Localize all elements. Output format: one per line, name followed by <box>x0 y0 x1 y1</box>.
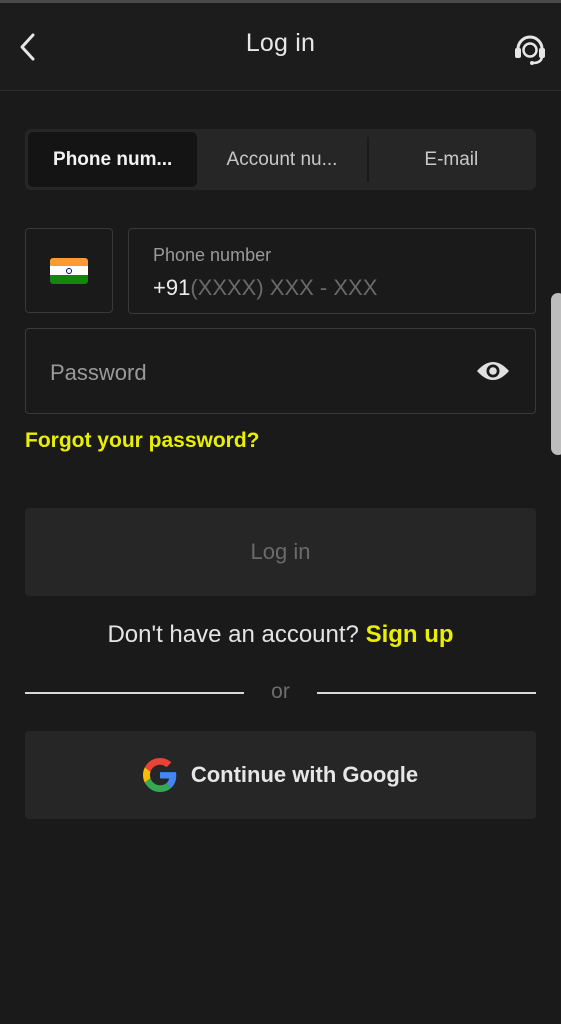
password-placeholder: Password <box>50 360 147 385</box>
divider-line-right <box>317 692 536 694</box>
divider-line-left <box>25 692 244 694</box>
password-field[interactable]: Password <box>25 328 536 414</box>
country-code-selector[interactable] <box>25 228 113 313</box>
google-button-label: Continue with Google <box>190 762 419 787</box>
tab-account-number[interactable]: Account nu... <box>197 129 366 190</box>
divider-or-text: or <box>271 680 290 703</box>
phone-number-placeholder: (XXXX) XXX - XXX <box>190 275 378 300</box>
phone-country-code: +91 <box>153 275 191 300</box>
signup-row: Don't have an account? Sign up <box>0 621 561 649</box>
india-flag-icon <box>50 257 88 284</box>
show-password-toggle[interactable] <box>475 357 511 385</box>
headset-support-icon <box>515 35 545 65</box>
login-screen: Log in Phone num... Account nu... E-mail… <box>0 0 561 1024</box>
tab-email[interactable]: E-mail <box>366 129 536 190</box>
forgot-password-link[interactable]: Forgot your password? <box>25 429 260 453</box>
login-button[interactable]: Log in <box>25 508 536 596</box>
signup-prompt: Don't have an account? <box>107 621 359 648</box>
support-button[interactable] <box>509 27 551 69</box>
continue-with-google-button[interactable]: Continue with Google <box>25 731 536 819</box>
signup-link[interactable]: Sign up <box>366 621 454 648</box>
google-icon <box>142 758 177 792</box>
scrollbar-handle[interactable] <box>551 293 561 455</box>
login-method-tabs: Phone num... Account nu... E-mail <box>25 129 536 190</box>
app-header: Log in <box>0 3 561 91</box>
phone-number-field[interactable]: Phone number +91(XXXX) XXX - XXX <box>128 228 536 314</box>
phone-number-label: Phone number <box>153 245 272 265</box>
eye-icon <box>477 362 509 380</box>
tab-phone-number[interactable]: Phone num... <box>28 132 198 187</box>
page-title: Log in <box>245 29 316 57</box>
